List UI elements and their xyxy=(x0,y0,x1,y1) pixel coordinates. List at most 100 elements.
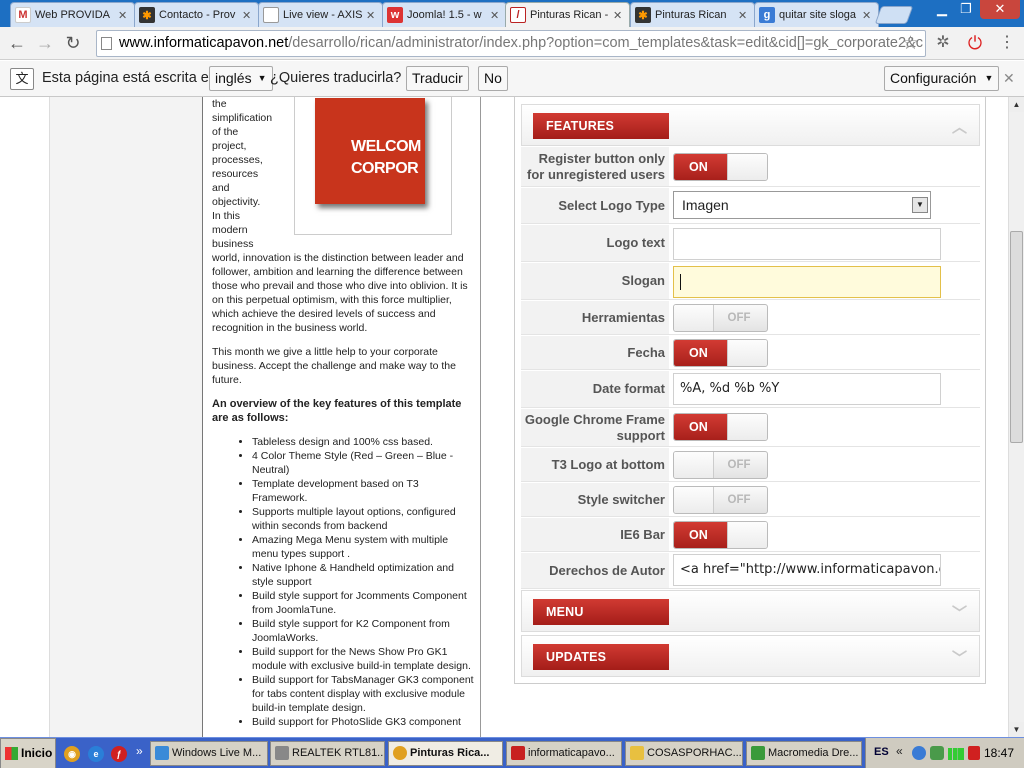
chevron-down-icon[interactable]: ﹀ xyxy=(952,602,967,623)
dropdown-arrow-icon: ▼ xyxy=(912,197,928,213)
no-button[interactable]: No xyxy=(478,66,508,91)
signal-icon[interactable] xyxy=(948,748,964,760)
address-bar[interactable]: www.informaticapavon.net/desarrollo/rica… xyxy=(96,30,926,57)
herramientas-toggle[interactable]: OFF xyxy=(673,304,768,332)
fecha-label: Fecha xyxy=(521,336,669,369)
taskbar-button-informaticapavon[interactable]: informaticapavo... xyxy=(506,741,622,766)
article-body: the simplification of the project, proce… xyxy=(212,97,474,729)
herramientas-label: Herramientas xyxy=(521,301,669,334)
intro-word: project, xyxy=(212,140,247,152)
list-item: Build style support for K2 Component fro… xyxy=(252,617,474,645)
wrench-menu-icon[interactable]: ⋮ xyxy=(996,32,1018,54)
t3-logo-toggle[interactable]: OFF xyxy=(673,451,768,479)
tab-contacto[interactable]: ✱ Contacto - Prov ✕ xyxy=(134,2,259,27)
intro-word: processes, xyxy=(212,154,263,166)
chrome-frame-toggle[interactable]: ON xyxy=(673,413,768,441)
chevron-up-icon[interactable]: ︿ xyxy=(952,116,967,137)
row-t3-logo: T3 Logo at bottom OFF xyxy=(521,448,980,482)
scrollbar-thumb[interactable] xyxy=(1010,231,1023,443)
page-icon xyxy=(101,37,112,50)
start-button[interactable]: Inicio xyxy=(0,738,56,768)
fecha-toggle[interactable]: ON xyxy=(673,339,768,367)
tab-label: Contacto - Prov xyxy=(159,9,236,21)
ie6-bar-toggle[interactable]: ON xyxy=(673,521,768,549)
clock[interactable]: 18:47 xyxy=(984,746,1014,760)
list-item: Tableless design and 100% css based. xyxy=(252,435,474,449)
vertical-scrollbar[interactable]: ▲ ▼ xyxy=(1008,97,1024,737)
taskbar-button-windows-live[interactable]: Windows Live M... xyxy=(150,741,268,766)
close-icon[interactable]: ✕ xyxy=(118,9,130,22)
tab-pinturas-rican[interactable]: ✱ Pinturas Rican ✕ xyxy=(630,2,755,27)
style-switcher-label: Style switcher xyxy=(521,483,669,516)
taskbar-button-macromedia[interactable]: Macromedia Dre... xyxy=(746,741,862,766)
intro-word: objectivity. xyxy=(212,196,261,208)
windows-logo-icon xyxy=(5,747,18,760)
tab-quitar-site[interactable]: g quitar site sloga ✕ xyxy=(754,2,879,27)
maximize-icon[interactable]: ❐ xyxy=(954,0,978,19)
taskbar-button-pinturas[interactable]: Pinturas Rica... xyxy=(388,741,503,766)
tab-web-provida[interactable]: M Web PROVIDA ✕ xyxy=(10,2,135,27)
power-extension-icon[interactable]: ⏻ xyxy=(964,32,986,54)
tray-overflow-icon[interactable]: « xyxy=(896,744,903,758)
scroll-down-arrow-icon[interactable]: ▼ xyxy=(1009,722,1024,737)
internet-explorer-icon[interactable]: e xyxy=(88,746,104,762)
flash-icon[interactable]: ƒ xyxy=(111,746,127,762)
logo-type-select[interactable]: Imagen ▼ xyxy=(673,191,931,219)
back-arrow-icon[interactable]: ← xyxy=(6,32,28,54)
close-icon[interactable]: ✕ xyxy=(862,9,874,22)
row-slogan: Slogan xyxy=(521,263,980,300)
messenger-icon xyxy=(155,746,169,760)
logo-text-input[interactable] xyxy=(673,228,941,260)
tab-pinturas-rican-active[interactable]: / Pinturas Rican - ✕ xyxy=(505,2,630,27)
list-item: Amazing Mega Menu system with multiple m… xyxy=(252,533,474,561)
quicklaunch-overflow-icon[interactable]: » xyxy=(136,744,143,758)
minimize-icon[interactable]: ▁ xyxy=(930,0,954,19)
taskbar-button-realtek[interactable]: REALTEK RTL81... xyxy=(270,741,385,766)
close-icon[interactable]: ✕ xyxy=(1003,70,1015,87)
users-tray-icon[interactable] xyxy=(930,746,944,760)
close-icon[interactable]: ✕ xyxy=(366,9,378,22)
bookmark-star-icon[interactable]: ☆ xyxy=(902,32,919,55)
language-select[interactable]: inglés ▼ xyxy=(209,66,273,91)
translate-button[interactable]: Traducir xyxy=(406,66,469,91)
editor-sidebar xyxy=(50,97,203,737)
close-icon[interactable]: ✕ xyxy=(490,9,502,22)
language-indicator[interactable]: ES xyxy=(874,746,889,758)
options-button[interactable]: Configuración ▼ xyxy=(884,66,1000,91)
antivirus-tray-icon[interactable] xyxy=(968,746,980,760)
copyright-input[interactable]: <a href="http://www.informaticapavon.com xyxy=(673,554,941,586)
slogan-input[interactable] xyxy=(673,266,941,298)
reload-icon[interactable]: ↻ xyxy=(62,32,84,54)
new-tab-button[interactable] xyxy=(874,6,914,24)
menu-accordion-header[interactable]: MENU ﹀ xyxy=(521,590,980,632)
translate-bar: 文 Esta página está escrita en inglés ▼ ¿… xyxy=(0,61,1024,97)
browser-toolbar: ← → ↻ www.informaticapavon.net/desarroll… xyxy=(0,27,1024,60)
close-icon[interactable]: ✕ xyxy=(738,9,750,22)
filezilla-icon xyxy=(511,746,525,760)
taskbar-label: informaticapavo... xyxy=(528,747,615,759)
extension-icon[interactable]: ✲ xyxy=(932,32,954,54)
register-button-toggle[interactable]: ON xyxy=(673,153,768,181)
style-switcher-toggle[interactable]: OFF xyxy=(673,486,768,514)
chevron-down-icon[interactable]: ﹀ xyxy=(952,647,967,668)
scroll-up-arrow-icon[interactable]: ▲ xyxy=(1009,97,1024,112)
text-caret xyxy=(680,273,681,290)
intro-paragraph: world, innovation is the distinction bet… xyxy=(212,252,468,334)
features-accordion-header[interactable]: FEATURES ︿ xyxy=(521,104,980,146)
updates-label: UPDATES xyxy=(533,644,669,670)
intro-word: simplification xyxy=(212,112,273,124)
network-tray-icon[interactable] xyxy=(912,746,926,760)
tab-joomla[interactable]: w Joomla! 1.5 - w ✕ xyxy=(382,2,507,27)
taskbar-button-cosasporhac[interactable]: COSASPORHAC... xyxy=(625,741,743,766)
close-icon[interactable]: ✕ xyxy=(242,9,254,22)
row-style-switcher: Style switcher OFF xyxy=(521,483,980,517)
close-icon[interactable]: ✕ xyxy=(613,9,625,22)
updates-accordion-header[interactable]: UPDATES ﹀ xyxy=(521,635,980,677)
forward-arrow-icon[interactable]: → xyxy=(34,32,56,54)
tab-live-view[interactable]: Live view - AXIS ✕ xyxy=(258,2,383,27)
translate-prompt: Esta página está escrita en xyxy=(42,70,217,86)
page-content: WELCOM CORPOR the simplification of the … xyxy=(0,97,1008,737)
chrome-icon[interactable]: ◉ xyxy=(64,746,80,762)
window-close-icon[interactable]: ✕ xyxy=(980,0,1020,19)
date-format-input[interactable]: %A, %d %b %Y xyxy=(673,373,941,405)
